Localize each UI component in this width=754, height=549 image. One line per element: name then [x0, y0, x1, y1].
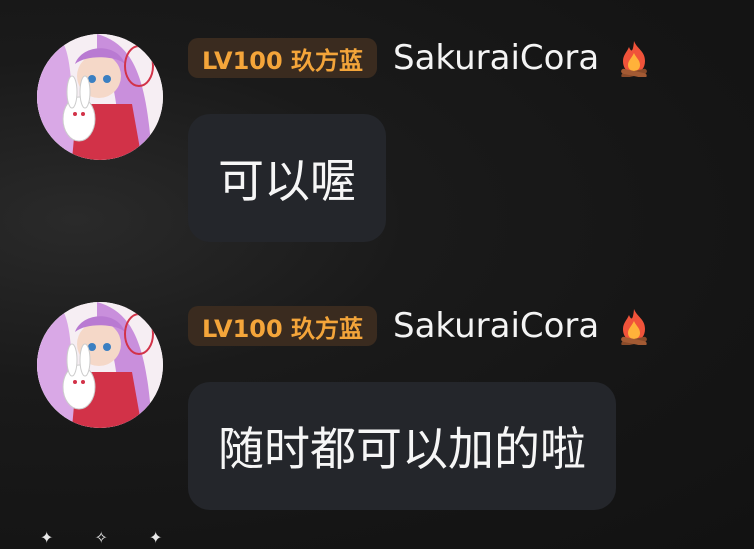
chat-area: LV100 玖方蓝 SakuraiCora 可以喔 LV100 玖方蓝 Saku…	[0, 0, 754, 549]
username[interactable]: SakuraiCora	[393, 306, 599, 346]
message-bubble[interactable]: 可以喔	[188, 114, 386, 242]
message-bubble[interactable]: 随时都可以加的啦	[188, 382, 616, 510]
avatar-image	[37, 34, 163, 160]
sparkle-decoration: ✦ ✧ ✦	[40, 528, 181, 547]
level-badge[interactable]: LV100 玖方蓝	[188, 306, 378, 346]
fire-icon	[617, 39, 651, 79]
message-header: LV100 玖方蓝 SakuraiCora	[188, 36, 651, 80]
message-header: LV100 玖方蓝 SakuraiCora	[188, 304, 651, 348]
username[interactable]: SakuraiCora	[393, 38, 599, 78]
avatar-image	[37, 302, 163, 428]
level-badge[interactable]: LV100 玖方蓝	[188, 38, 378, 78]
fire-icon	[617, 307, 651, 347]
avatar[interactable]	[37, 302, 163, 428]
avatar[interactable]	[37, 34, 163, 160]
